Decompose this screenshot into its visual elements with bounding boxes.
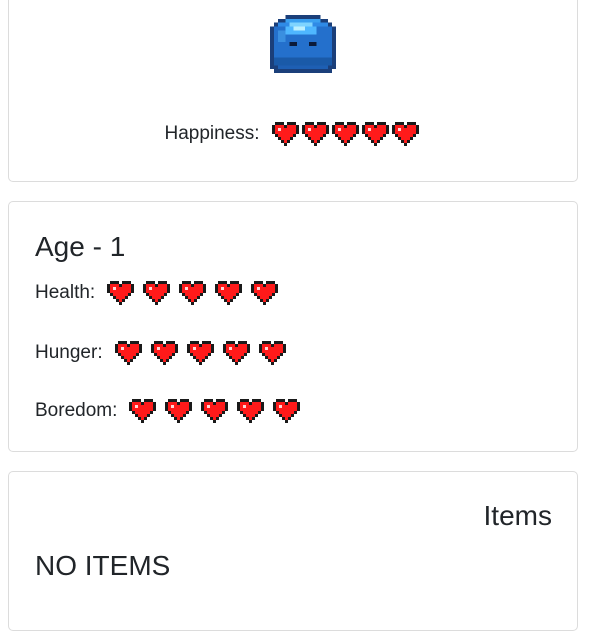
age-title: Age - 1: [35, 231, 126, 262]
heart-icon: [361, 122, 389, 146]
happiness-label: Happiness:: [164, 123, 260, 144]
stats-card: Age - 1 Health: Hunger: Boredom:: [8, 201, 578, 452]
heart-icon: [107, 281, 135, 305]
heart-icon: [129, 399, 157, 423]
heart-icon: [222, 341, 250, 365]
heart-icon: [114, 341, 142, 365]
heart-icon: [237, 399, 265, 423]
boredom-hearts: [129, 399, 309, 423]
heart-icon: [251, 281, 279, 305]
heart-icon: [201, 399, 229, 423]
heart-icon: [331, 122, 359, 146]
health-hearts: [107, 281, 287, 305]
heart-icon: [301, 122, 329, 146]
slime-pet-icon[interactable]: [265, 11, 341, 77]
boredom-label: Boredom:: [35, 400, 118, 421]
health-label: Health:: [35, 282, 96, 303]
heart-icon: [271, 122, 299, 146]
heart-icon: [150, 341, 178, 365]
heart-icon: [273, 399, 301, 423]
health-row: Health:: [35, 281, 287, 305]
no-items-text: NO ITEMS: [35, 550, 171, 581]
happiness-row: Happiness:: [9, 122, 577, 146]
items-card: Items NO ITEMS: [8, 471, 578, 631]
items-title: Items: [483, 500, 552, 531]
heart-icon: [179, 281, 207, 305]
pet-card: Happiness:: [8, 0, 578, 182]
heart-icon: [165, 399, 193, 423]
heart-icon: [186, 341, 214, 365]
hunger-label: Hunger:: [35, 342, 103, 363]
heart-icon: [143, 281, 171, 305]
hunger-row: Hunger:: [35, 341, 295, 365]
hunger-hearts: [114, 341, 295, 365]
heart-icon: [258, 341, 286, 365]
boredom-row: Boredom:: [35, 399, 309, 423]
heart-icon: [391, 122, 419, 146]
happiness-hearts: [271, 122, 422, 146]
heart-icon: [215, 281, 243, 305]
